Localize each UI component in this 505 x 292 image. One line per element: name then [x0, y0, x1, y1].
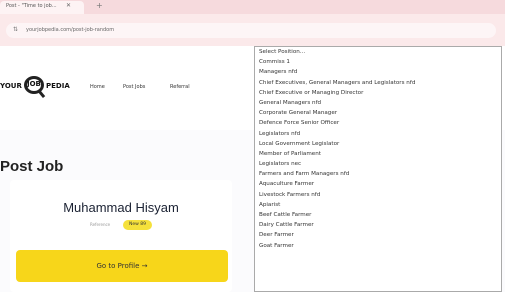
dropdown-option[interactable]: Deer Farmer [255, 230, 501, 240]
logo-job: JOB [27, 80, 41, 88]
role-badge: New 89 [123, 220, 152, 230]
position-dropdown-list[interactable]: Select Position... Commiss 1 Managers nfd C… [254, 46, 502, 292]
profile-name: Muhammad Hisyam [63, 200, 179, 215]
url-field[interactable]: ⇅ yourjobpedia.com/post-job-random [6, 23, 496, 38]
magnifier-handle [37, 89, 46, 99]
tab-title: Post - "Time to job... [6, 3, 57, 9]
dropdown-option[interactable]: Defence Force Senior Officer [255, 118, 501, 128]
dropdown-option[interactable]: Legislators nfd [255, 129, 501, 139]
new-tab-button[interactable]: + [96, 1, 103, 11]
dropdown-option[interactable]: Select Position... [255, 47, 501, 57]
nav-home[interactable]: Home [90, 84, 105, 90]
dropdown-option[interactable]: Apiarist [255, 200, 501, 210]
dropdown-option[interactable]: Managers nfd [255, 67, 501, 77]
site-logo[interactable]: YOUR JOB PEDIA [0, 76, 70, 99]
logo-your: YOUR [0, 82, 22, 90]
role-label: Reference [90, 222, 111, 227]
browser-tab-bar: Post - "Time to job... ✕ + [0, 0, 505, 14]
url-text: yourjobpedia.com/post-job-random [26, 27, 115, 33]
profile-card: Muhammad Hisyam Reference New 89 Go to P… [10, 180, 232, 292]
dropdown-option[interactable]: Corporate General Manager [255, 108, 501, 118]
address-bar: ⇅ yourjobpedia.com/post-job-random [0, 14, 505, 46]
go-to-profile-button[interactable]: Go to Profile → [16, 250, 228, 282]
nav-post-jobs[interactable]: Post Jobs [123, 84, 145, 90]
dropdown-option[interactable]: Dairy Cattle Farmer [255, 220, 501, 230]
dropdown-option[interactable]: Aquaculture Farmer [255, 179, 501, 189]
dropdown-option[interactable]: Livestock Farmers nfd [255, 190, 501, 200]
dropdown-option[interactable]: Member of Parliament [255, 149, 501, 159]
logo-pedia: PEDIA [46, 82, 70, 90]
nav-referral[interactable]: Referral [170, 84, 190, 90]
dropdown-option[interactable]: Goat Farmer [255, 241, 501, 251]
browser-tab[interactable]: Post - "Time to job... ✕ [0, 1, 84, 14]
dropdown-option[interactable]: Local Government Legislator [255, 139, 501, 149]
dropdown-option[interactable]: General Managers nfd [255, 98, 501, 108]
dropdown-option[interactable]: Chief Executives, General Managers and L… [255, 78, 501, 88]
page-title: Post Job [0, 158, 64, 175]
tab-close-icon[interactable]: ✕ [66, 2, 71, 9]
dropdown-option[interactable]: Farmers and Farm Managers nfd [255, 169, 501, 179]
dropdown-option[interactable]: Commiss 1 [255, 57, 501, 67]
dropdown-option[interactable]: Legislators nec [255, 159, 501, 169]
dropdown-option[interactable]: Chief Executive or Managing Director [255, 88, 501, 98]
site-settings-icon[interactable]: ⇅ [13, 26, 18, 33]
dropdown-option[interactable]: Beef Cattle Farmer [255, 210, 501, 220]
